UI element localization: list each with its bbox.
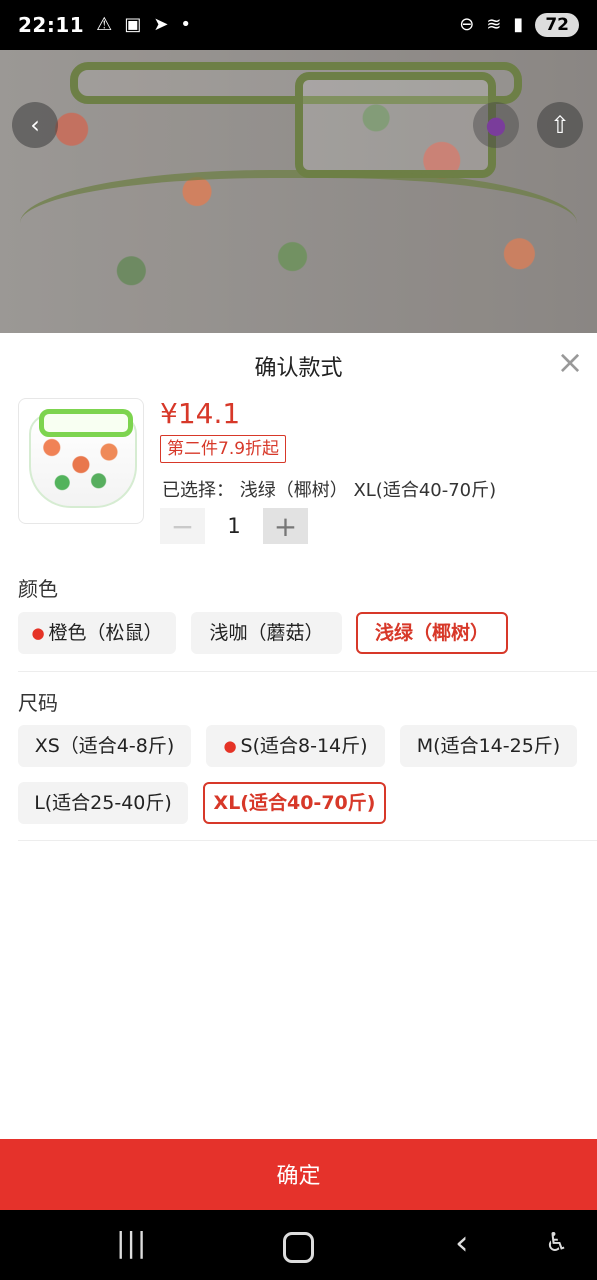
back-icon: ‹	[30, 111, 40, 139]
hero-ruffle	[20, 170, 577, 288]
hero-strap	[295, 72, 496, 178]
accessibility-icon: ♿	[545, 1228, 569, 1258]
status-bar: 22:11 ⚠ ▣ ➤ • ⊖ ≋ ▮ 72	[0, 0, 597, 50]
size-option-xs[interactable]: XS（适合4-8斤)	[18, 725, 191, 767]
color-option-light-green[interactable]: 浅绿（椰树）	[356, 612, 508, 654]
home-button[interactable]	[283, 1232, 314, 1263]
close-button[interactable]: ×	[555, 346, 585, 378]
thumbnail-waistband	[39, 409, 133, 437]
share-icon: ⇧	[549, 111, 571, 139]
share-button[interactable]: ⇧	[537, 102, 583, 148]
recent-apps-button[interactable]: |||	[116, 1226, 147, 1260]
color-option-label: 浅咖（蘑菇）	[209, 622, 324, 644]
system-back-icon: ‹	[455, 1223, 469, 1263]
product-hero-image: ‹ ● ⇧	[0, 50, 597, 333]
size-option-label: L(适合25-40斤)	[34, 792, 172, 814]
scan-icon: ▣	[124, 14, 142, 35]
wifi-icon: ≋	[486, 14, 502, 35]
android-navigation-bar: ||| ‹ ♿	[0, 1210, 597, 1280]
color-option-light-brown[interactable]: 浅咖（蘑菇）	[191, 612, 342, 654]
color-option-orange[interactable]: ● 橙色（松鼠）	[18, 612, 176, 654]
battery-indicator: 72	[535, 13, 579, 37]
section-divider	[18, 671, 597, 672]
decrease-quantity-button[interactable]: −	[160, 508, 205, 544]
quantity-value[interactable]: 1	[205, 514, 263, 538]
size-option-label: XL(适合40-70斤)	[213, 792, 376, 814]
size-option-l[interactable]: L(适合25-40斤)	[18, 782, 188, 824]
minus-icon: −	[170, 509, 195, 543]
status-right-group: ⊖ ≋ ▮ 72	[459, 13, 579, 37]
color-option-label: 橙色（松鼠）	[48, 622, 163, 644]
color-section-title: 颜色	[18, 577, 58, 601]
favorite-icon: ●	[485, 111, 507, 139]
hot-flame-icon: ●	[223, 737, 237, 755]
color-option-label: 浅绿（椰树）	[374, 622, 489, 644]
recent-apps-icon: |||	[116, 1226, 148, 1259]
price: ¥14.1	[160, 397, 241, 430]
quantity-stepper: − 1 +	[160, 508, 308, 544]
warning-icon: ⚠	[96, 14, 113, 35]
section-divider	[18, 840, 597, 841]
size-option-m[interactable]: M(适合14-25斤)	[400, 725, 577, 767]
sheet-title: 确认款式	[254, 356, 343, 381]
hot-flame-icon: ●	[31, 624, 45, 642]
selected-summary: 已选择： 浅绿（椰树） XL(适合40-70斤)	[162, 480, 497, 501]
system-back-button[interactable]: ‹	[455, 1226, 469, 1260]
status-left-group: 22:11 ⚠ ▣ ➤ •	[18, 13, 191, 37]
size-option-xl[interactable]: XL(适合40-70斤)	[203, 782, 386, 824]
status-time: 22:11	[18, 13, 85, 37]
product-thumbnail[interactable]	[18, 398, 144, 524]
size-option-label: S(适合8-14斤)	[240, 735, 368, 757]
plus-icon: +	[273, 509, 298, 543]
do-not-disturb-icon: ⊖	[459, 14, 475, 35]
size-section-title: 尺码	[18, 691, 58, 715]
back-button[interactable]: ‹	[12, 102, 58, 148]
accessibility-button[interactable]: ♿	[545, 1226, 568, 1260]
size-option-s[interactable]: ● S(适合8-14斤)	[206, 725, 385, 767]
signal-icon: ▮	[513, 14, 524, 35]
favorite-button[interactable]: ●	[473, 102, 519, 148]
confirm-button[interactable]: 确定	[0, 1139, 597, 1210]
telegram-icon: ➤	[153, 14, 169, 35]
increase-quantity-button[interactable]: +	[263, 508, 308, 544]
close-icon: ×	[556, 343, 584, 381]
size-option-label: XS（适合4-8斤)	[34, 735, 175, 757]
promo-tag: 第二件7.9折起	[160, 435, 287, 463]
style-selection-sheet: 确认款式 × ¥14.1 第二件7.9折起 已选择： 浅绿（椰树） XL(适合4…	[0, 333, 597, 1139]
size-option-label: M(适合14-25斤)	[416, 735, 561, 757]
dot-icon: •	[180, 14, 192, 35]
